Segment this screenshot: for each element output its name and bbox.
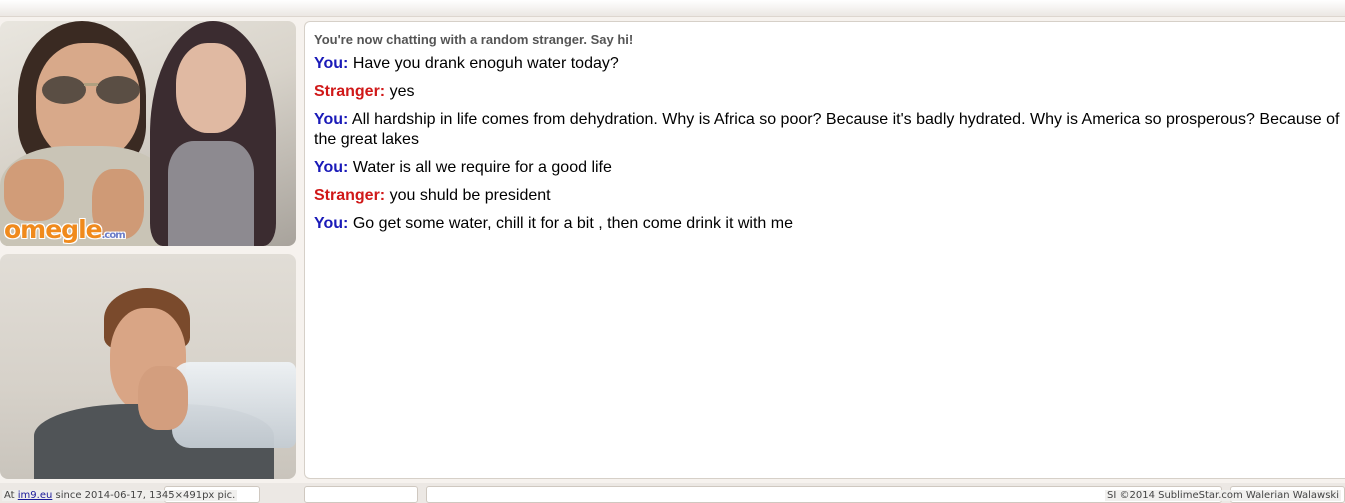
message-text: yes (389, 83, 415, 100)
chat-message: You: Have you drank enoguh water today? (314, 54, 1344, 74)
watermark-left: At im9.eu since 2014-06-17, 1345×491px p… (2, 490, 238, 501)
status-message: You're now chatting with a random strang… (314, 32, 634, 47)
sunglasses-icon (38, 73, 144, 107)
message-text: All hardship in life comes from dehydrat… (314, 111, 1340, 148)
message-text: Have you drank enoguh water today? (352, 55, 619, 72)
message-text: Water is all we require for a good life (352, 159, 612, 176)
chat-message: You: All hardship in life comes from deh… (314, 110, 1344, 150)
stop-button[interactable] (304, 486, 418, 503)
message-text: Go get some water, chill it for a bit , … (352, 215, 793, 232)
thumb-up-left (4, 159, 64, 221)
stranger-video: omegle.com (0, 21, 296, 246)
chat-message: You: Go get some water, chill it for a b… (314, 214, 1344, 234)
chat-message: You: Water is all we require for a good … (314, 158, 1344, 178)
chat-message: Stranger: yes (314, 82, 1344, 102)
message-sender: Stranger: (314, 83, 386, 100)
message-sender: You: (314, 159, 349, 176)
message-input[interactable] (426, 486, 1222, 503)
message-sender: Stranger: (314, 187, 386, 204)
person-right-shirt (168, 141, 254, 246)
your-video (0, 254, 296, 479)
water-jug-icon (172, 362, 296, 448)
chat-message: Stranger: you shuld be president (314, 186, 1344, 206)
person-right-face (176, 43, 246, 133)
im9-link[interactable]: im9.eu (18, 490, 53, 501)
person-hand (138, 366, 188, 430)
message-sender: You: (314, 215, 349, 232)
message-list: You: Have you drank enoguh water today? … (314, 54, 1344, 242)
chat-log[interactable]: You're now chatting with a random strang… (304, 21, 1345, 479)
message-sender: You: (314, 55, 349, 72)
message-sender: You: (314, 111, 349, 128)
message-text: you shuld be president (389, 187, 551, 204)
top-bar (0, 0, 1345, 17)
omegle-logo: omegle.com (4, 215, 126, 244)
watermark-right: SI ©2014 SublimeStar.com Walerian Walaws… (1105, 490, 1341, 501)
